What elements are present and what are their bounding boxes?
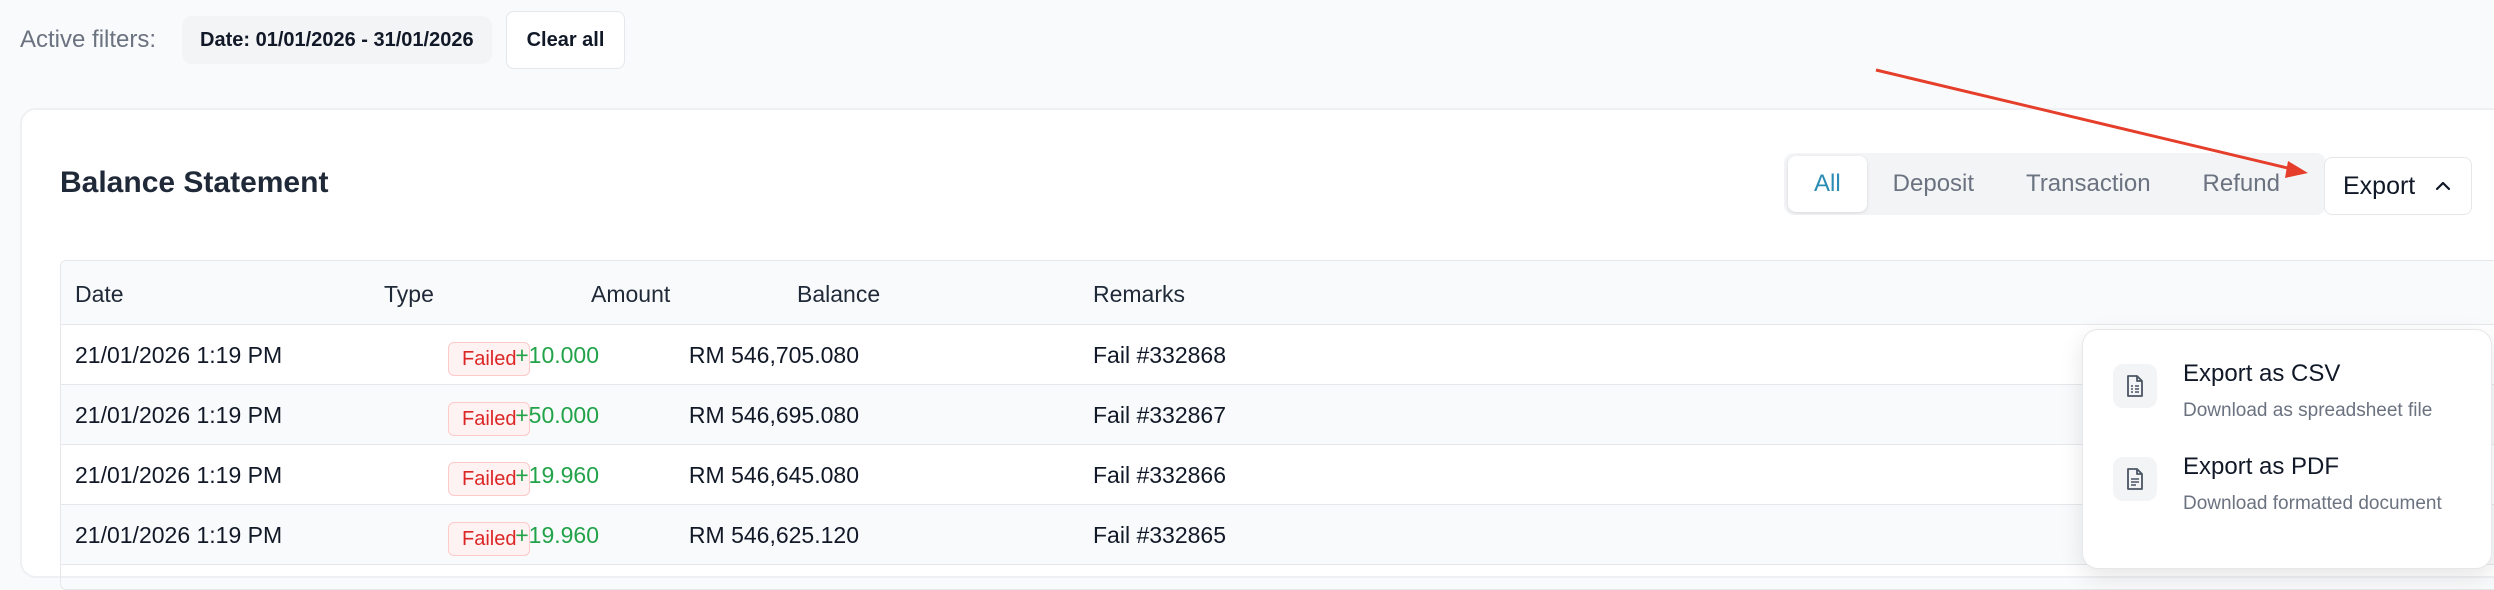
annotation-arrow [1875,68,2308,178]
